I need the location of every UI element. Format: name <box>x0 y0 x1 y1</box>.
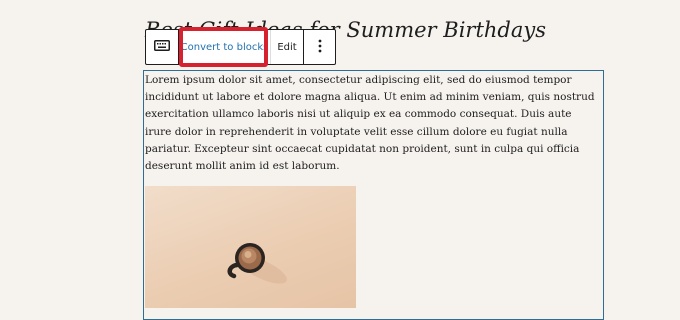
keyboard-icon <box>154 40 170 54</box>
convert-to-blocks-button[interactable]: Convert to blocks <box>179 30 271 64</box>
block-toolbar: Convert to blocks Edit <box>145 29 336 65</box>
classic-block-paragraph[interactable]: Lorem ipsum dolor sit amet, consectetur … <box>145 72 600 175</box>
edit-button[interactable]: Edit <box>271 30 304 64</box>
keyboard-button[interactable] <box>146 30 179 64</box>
more-options-button[interactable] <box>304 30 335 64</box>
coffee-cup-image[interactable] <box>145 186 356 308</box>
more-vertical-icon <box>318 39 322 56</box>
